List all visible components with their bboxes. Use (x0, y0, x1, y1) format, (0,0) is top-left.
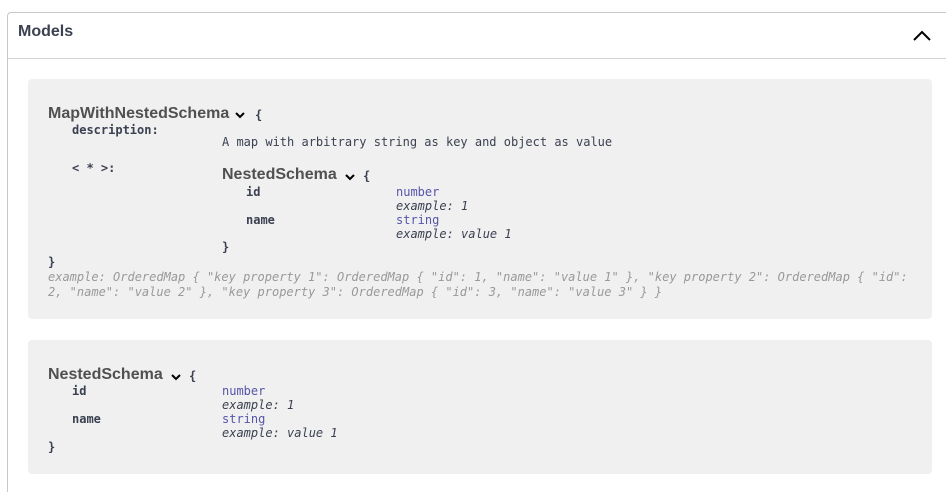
property-example: example: 1 (222, 398, 295, 412)
description-label: description: (72, 123, 159, 137)
property-type: number (222, 384, 266, 398)
property-example: example: value 1 (396, 227, 512, 241)
chevron-down-icon[interactable] (234, 109, 246, 121)
close-brace: } (48, 255, 56, 269)
property-name: name (72, 412, 101, 426)
property-type: string (222, 412, 266, 426)
models-section-header[interactable]: Models (8, 13, 946, 59)
section-title: Models (18, 23, 74, 40)
close-brace: } (48, 440, 56, 454)
description-value: A map with arbitrary string as key and o… (222, 135, 613, 149)
chevron-down-icon[interactable] (170, 371, 182, 383)
nested-close-brace: } (222, 240, 230, 254)
nested-model-name[interactable]: NestedSchema (222, 166, 337, 184)
property-example: example: value 1 (222, 426, 338, 440)
model-box-map-with-nested-schema: MapWithNestedSchema { description: A map… (28, 79, 932, 319)
property-name: id (72, 384, 87, 398)
property-name: name (246, 213, 275, 227)
property-type: number (396, 185, 440, 199)
property-example: example: 1 (396, 199, 469, 213)
model-box-nested-schema: NestedSchema { id number example: 1 name… (28, 340, 932, 474)
chevron-up-icon[interactable] (911, 25, 933, 47)
model-example: example: OrderedMap { "key property 1": … (48, 270, 908, 299)
property-type: string (396, 213, 440, 227)
property-name: id (246, 185, 261, 199)
chevron-down-icon[interactable] (344, 171, 356, 183)
model-name[interactable]: MapWithNestedSchema (48, 105, 229, 123)
additional-properties-label: < * >: (72, 161, 116, 175)
nested-open-brace: { (363, 169, 371, 183)
model-name[interactable]: NestedSchema (48, 366, 163, 384)
open-brace: { (189, 369, 197, 383)
open-brace: { (255, 108, 263, 122)
